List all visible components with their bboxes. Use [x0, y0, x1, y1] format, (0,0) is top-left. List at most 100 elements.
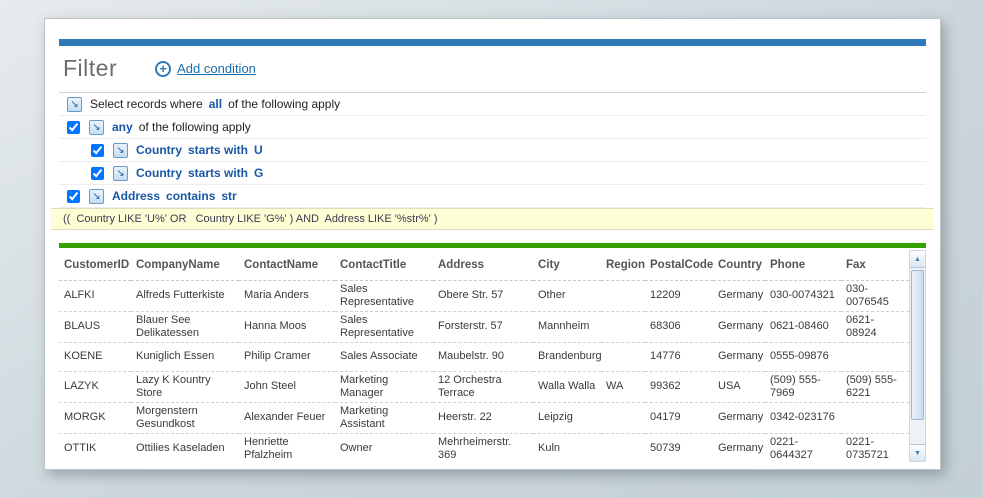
- table-cell: [601, 311, 645, 343]
- filter-tree: ↘ Select records where all of the follow…: [59, 93, 926, 208]
- add-condition-link[interactable]: + Add condition: [155, 60, 256, 77]
- table-cell: 0342-023176: [765, 402, 841, 434]
- column-header-postalcode[interactable]: PostalCode: [645, 250, 713, 281]
- table-cell: Germany: [713, 342, 765, 372]
- table-cell: Sales Representative: [335, 311, 433, 343]
- group-operator[interactable]: any: [112, 120, 133, 134]
- table-cell: 0555-09876: [765, 342, 841, 372]
- condition-value[interactable]: U: [254, 143, 263, 157]
- table-cell: MORGK: [59, 402, 131, 434]
- table-cell: Sales Associate: [335, 342, 433, 372]
- filter-node-icon[interactable]: ↘: [113, 165, 128, 181]
- table-row[interactable]: ALFKI Alfreds Futterkiste Maria Anders Sale…: [59, 280, 909, 312]
- table-cell: Heerstr. 22: [433, 402, 533, 434]
- filter-condition-row: ↘ Country starts with G: [59, 162, 926, 185]
- scroll-down-arrow-icon[interactable]: ▼: [910, 444, 925, 461]
- column-header-contacttitle[interactable]: ContactTitle: [335, 250, 433, 281]
- table-cell: [601, 280, 645, 312]
- table-cell: 0221-0735721: [841, 433, 909, 462]
- condition-field[interactable]: Country: [136, 166, 182, 180]
- column-header-country[interactable]: Country: [713, 250, 765, 281]
- table-cell: [601, 402, 645, 434]
- table-cell: Mannheim: [533, 311, 601, 343]
- condition-enabled-checkbox[interactable]: [91, 166, 104, 180]
- scroll-up-arrow-icon[interactable]: ▲: [910, 251, 925, 268]
- table-cell: 030-0074321: [765, 280, 841, 312]
- root-row-suffix: of the following apply: [228, 97, 341, 111]
- table-cell: Germany: [713, 280, 765, 312]
- condition-value[interactable]: G: [254, 166, 263, 180]
- plus-circle-icon: +: [155, 60, 172, 77]
- table-cell: Germany: [713, 311, 765, 343]
- filter-expression-preview: (( Country LIKE 'U%' OR Country LIKE 'G%…: [51, 208, 934, 230]
- table-cell: LAZYK: [59, 371, 131, 403]
- table-cell: BLAUS: [59, 311, 131, 343]
- table-cell: 04179: [645, 402, 713, 434]
- table-cell: Forsterstr. 57: [433, 311, 533, 343]
- table-cell: 030-0076545: [841, 280, 909, 312]
- table-cell: ALFKI: [59, 280, 131, 312]
- table-cell: Alexander Feuer: [239, 402, 335, 434]
- table-cell: [601, 342, 645, 372]
- card-top-accent-bar: [59, 39, 926, 46]
- table-row[interactable]: LAZYK Lazy K Kountry Store John Steel Marke…: [59, 371, 909, 403]
- table-cell: 68306: [645, 311, 713, 343]
- filter-group-row: ↘ any of the following apply: [59, 116, 926, 139]
- column-header-region[interactable]: Region: [601, 250, 645, 281]
- root-group-operator[interactable]: all: [209, 97, 222, 111]
- condition-enabled-checkbox[interactable]: [67, 189, 80, 203]
- table-cell: Brandenburg: [533, 342, 601, 372]
- condition-operator[interactable]: starts with: [188, 166, 248, 180]
- table-cell: Blauer See Delikatessen: [131, 311, 239, 343]
- condition-value[interactable]: str: [221, 189, 236, 203]
- column-header-fax[interactable]: Fax: [841, 250, 909, 281]
- table-cell: John Steel: [239, 371, 335, 403]
- table-row[interactable]: MORGK Morgenstern Gesundkost Alexander Feu…: [59, 402, 909, 434]
- group-enabled-checkbox[interactable]: [67, 120, 80, 134]
- table-cell: Marketing Assistant: [335, 402, 433, 434]
- table-cell: Ottilies Kaseladen: [131, 433, 239, 462]
- column-header-companyname[interactable]: CompanyName: [131, 250, 239, 281]
- condition-field[interactable]: Address: [112, 189, 160, 203]
- table-cell: Leipzig: [533, 402, 601, 434]
- table-cell: 50739: [645, 433, 713, 462]
- filter-node-icon[interactable]: ↘: [89, 188, 104, 204]
- table-cell: USA: [713, 371, 765, 403]
- condition-operator[interactable]: starts with: [188, 143, 248, 157]
- filter-node-icon[interactable]: ↘: [89, 119, 104, 135]
- table-body: ALFKI Alfreds Futterkiste Maria Anders Sale…: [59, 280, 909, 462]
- table-cell: Kuniglich Essen: [131, 342, 239, 372]
- table-cell: Morgenstern Gesundkost: [131, 402, 239, 434]
- table-cell: Henriette Pfalzheim: [239, 433, 335, 462]
- column-header-address[interactable]: Address: [433, 250, 533, 281]
- table-cell: 12209: [645, 280, 713, 312]
- green-divider-bar: [59, 243, 926, 248]
- filter-node-icon[interactable]: ↘: [113, 142, 128, 158]
- group-row-suffix: of the following apply: [138, 120, 251, 134]
- filter-condition-row: ↘ Country starts with U: [59, 139, 926, 162]
- table-cell: (509) 555-6221: [841, 371, 909, 403]
- table-cell: Lazy K Kountry Store: [131, 371, 239, 403]
- scrollbar-thumb[interactable]: [911, 270, 924, 420]
- table-cell: 14776: [645, 342, 713, 372]
- table-row[interactable]: BLAUS Blauer See Delikatessen Hanna Moos Sa…: [59, 311, 909, 343]
- table-cell: Mehrheimerstr. 369: [433, 433, 533, 462]
- column-header-city[interactable]: City: [533, 250, 601, 281]
- table-cell: Philip Cramer: [239, 342, 335, 372]
- vertical-scrollbar[interactable]: ▲ ▼: [909, 250, 926, 462]
- table-cell: Germany: [713, 402, 765, 434]
- table-cell: Maubelstr. 90: [433, 342, 533, 372]
- column-header-phone[interactable]: Phone: [765, 250, 841, 281]
- table-row[interactable]: OTTIK Ottilies Kaseladen Henriette Pfalzhe…: [59, 433, 909, 462]
- column-header-contactname[interactable]: ContactName: [239, 250, 335, 281]
- filter-node-icon[interactable]: ↘: [67, 96, 82, 112]
- table-cell: 99362: [645, 371, 713, 403]
- condition-enabled-checkbox[interactable]: [91, 143, 104, 157]
- table-row[interactable]: KOENE Kuniglich Essen Philip Cramer Sales A…: [59, 342, 909, 372]
- condition-field[interactable]: Country: [136, 143, 182, 157]
- column-header-customerid[interactable]: CustomerID: [59, 250, 131, 281]
- table-cell: Hanna Moos: [239, 311, 335, 343]
- condition-operator[interactable]: contains: [166, 189, 215, 203]
- table-cell: Germany: [713, 433, 765, 462]
- table-cell: Marketing Manager: [335, 371, 433, 403]
